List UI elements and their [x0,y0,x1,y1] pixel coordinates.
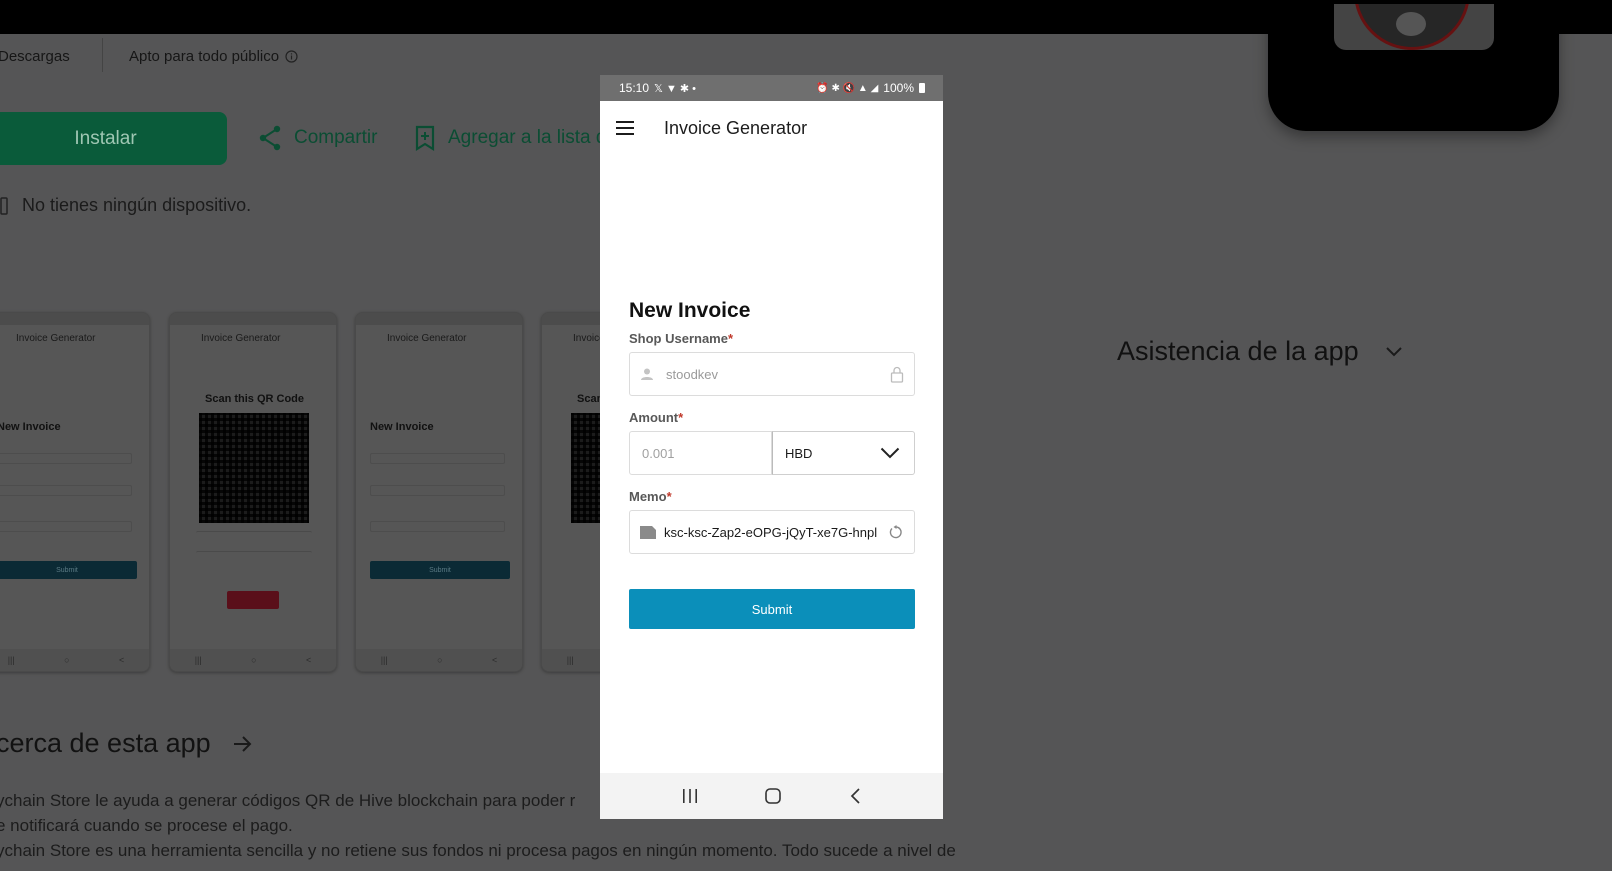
screenshot-thumbnail[interactable]: Invoice Generator Scan this QR Code ||| ○… [169,312,337,672]
install-button[interactable]: Instalar [0,112,227,165]
submit-button[interactable]: Submit [629,589,915,629]
thumbnail-cancel [227,591,279,609]
menu-icon[interactable] [616,121,634,135]
username-field: stoodkev [629,352,915,396]
thumbnail-submit: Submit [0,561,137,579]
bookmark-add-icon [414,125,436,151]
username-label: Shop Username* [629,331,734,346]
memo-field[interactable]: ksc-ksc-Zap2-eOPG-jQyT-xe7G-hnpl [629,510,915,554]
amount-row: 0.001 HBD [629,431,915,475]
share-label: Compartir [294,127,378,148]
status-right: ⏰ ✱ 🔇 ▲ ◢ 100% [816,81,925,95]
battery-icon [919,83,925,93]
android-nav-bar [600,773,943,819]
arrow-right-icon [233,735,253,753]
thumbnail-title: Invoice Generator [387,333,467,344]
stat-divider [102,38,103,72]
refresh-icon[interactable] [889,524,904,540]
no-device-notice: No tienes ningún dispositivo. [0,195,251,216]
about-description-line: ychain Store es una herramienta sencilla… [0,841,956,860]
back-icon[interactable] [849,788,861,804]
status-time: 15:10 𝕏 ▼ ✱ • [619,81,697,95]
qr-code [199,413,309,523]
content-rating: Apto para todo público [129,48,298,65]
thumbnail-submit: Submit [370,561,510,579]
currency-value: HBD [785,445,813,461]
memo-label: Memo* [629,489,672,504]
home-icon[interactable] [765,788,782,804]
form-title: New Invoice [629,299,751,322]
invoice-form: New Invoice Shop Username* stoodkev Amou… [629,299,915,568]
memo-value: ksc-ksc-Zap2-eOPG-jQyT-xe7G-hnpl [664,524,878,540]
user-icon [640,367,654,381]
thumbnail-heading: Scan this QR Code [205,393,305,405]
tag-icon [640,525,656,539]
thumbnail-title: Invoice Generator [201,333,281,344]
device-icon [0,196,12,215]
chevron-down-icon [1385,346,1403,358]
wishlist-label: Agregar a la lista d [448,127,607,148]
amount-input[interactable]: 0.001 [629,431,772,475]
about-description-line: ychain Store le ayuda a generar códigos … [0,791,576,810]
thumbnail-title: Invoice Generator [16,333,96,344]
app-bar: Invoice Generator [600,101,943,155]
status-bar: 15:10 𝕏 ▼ ✱ • ⏰ ✱ 🔇 ▲ ◢ 100% [600,75,943,101]
app-support-header[interactable]: Asistencia de la app [1117,336,1403,367]
recent-apps-icon[interactable] [682,789,698,803]
about-description-line: e notificará cuando se procese el pago. [0,816,293,835]
app-title: Invoice Generator [664,117,808,138]
thumbnail-heading: New Invoice [0,421,61,433]
chevron-down-icon [880,447,900,459]
phone-screenshot-viewer: 15:10 𝕏 ▼ ✱ • ⏰ ✱ 🔇 ▲ ◢ 100% Invoice Gen… [600,75,943,819]
battery-level: 100% [883,81,914,95]
screenshot-thumbnail[interactable]: Invoice Generator New Invoice Submit |||… [355,312,523,672]
share-button[interactable]: Compartir [258,123,377,153]
thumbnail-heading: New Invoice [370,421,434,433]
app-logo [1268,0,1559,131]
amount-label: Amount* [629,410,684,425]
downloads-label: Descargas [0,48,70,65]
app-support-title: Asistencia de la app [1117,336,1359,366]
screenshot-thumbnail[interactable]: Invoice Generator New Invoice Submit |||… [0,312,150,672]
share-icon [258,125,282,151]
about-title: cerca de esta app [0,728,211,758]
currency-select[interactable]: HBD [772,431,915,475]
about-section-header[interactable]: cerca de esta app [0,728,253,759]
content-rating-label: Apto para todo público [129,48,280,65]
lock-icon [890,366,904,383]
username-value: stoodkev [666,366,719,382]
info-icon[interactable] [285,50,298,63]
wishlist-button[interactable]: Agregar a la lista d [414,123,606,153]
no-device-text: No tienes ningún dispositivo. [22,195,252,215]
